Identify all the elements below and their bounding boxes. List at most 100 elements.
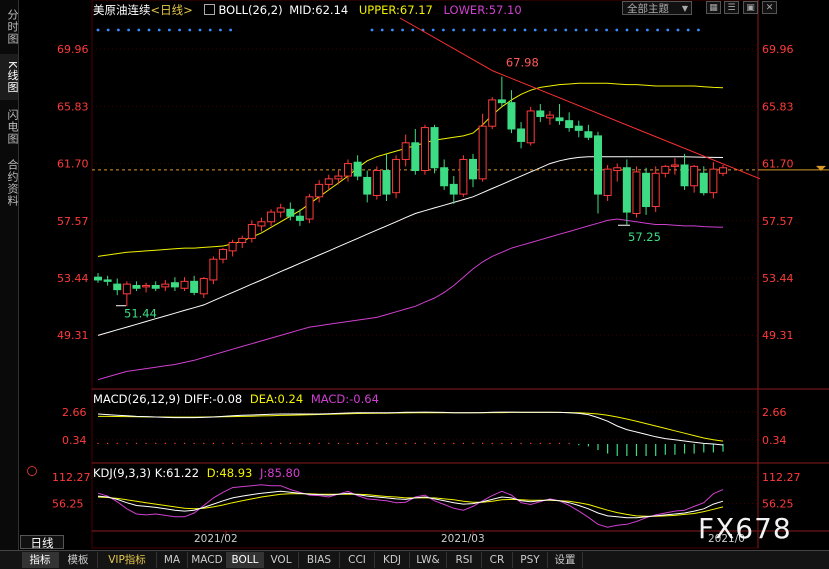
candle-body-up: [526, 110, 535, 144]
candle-body-down: [449, 183, 458, 195]
tab-kdj[interactable]: KDJ: [375, 552, 410, 568]
macd-tick-label-right: 0.34: [762, 434, 787, 447]
event-marker-dot[interactable]: [544, 28, 547, 32]
candle-body-down: [517, 128, 526, 142]
event-marker-dot[interactable]: [401, 28, 404, 32]
event-marker-dot[interactable]: [482, 28, 486, 32]
event-marker-dot[interactable]: [370, 28, 374, 32]
candle-body-down: [353, 161, 362, 177]
event-marker-dot[interactable]: [391, 28, 394, 32]
event-marker-dot[interactable]: [106, 28, 110, 32]
tab-vip-indicator[interactable]: VIP指标: [98, 552, 157, 568]
event-marker-dot[interactable]: [178, 28, 182, 32]
tab-indicator[interactable]: 指标: [22, 552, 59, 568]
candle-body-up: [315, 183, 324, 198]
kdj-settings-icon[interactable]: [27, 466, 37, 476]
tab-ma[interactable]: MA: [157, 552, 188, 568]
event-marker-dot[interactable]: [411, 28, 415, 32]
event-marker-dot[interactable]: [605, 28, 608, 32]
event-marker-dot[interactable]: [615, 28, 619, 32]
candle-body-up: [392, 158, 401, 194]
event-marker-dot[interactable]: [117, 28, 120, 32]
theme-dropdown[interactable]: 全部主题 ▼: [622, 1, 692, 15]
tab-vol[interactable]: VOL: [264, 552, 299, 568]
event-marker-dot[interactable]: [380, 28, 384, 32]
event-marker-dot[interactable]: [564, 28, 568, 32]
candle-body-up: [613, 167, 622, 172]
restore-icon[interactable]: ▣: [743, 1, 758, 14]
tab-boll[interactable]: BOLL: [227, 552, 264, 568]
event-marker-dot[interactable]: [676, 28, 680, 32]
tab-macd[interactable]: MACD: [188, 552, 227, 568]
tab-settings[interactable]: 设置: [548, 552, 583, 568]
event-marker-dot[interactable]: [229, 28, 233, 32]
event-marker-dot[interactable]: [646, 28, 649, 32]
event-marker-dot[interactable]: [635, 28, 639, 32]
event-marker-dot[interactable]: [666, 28, 670, 32]
event-marker-dot[interactable]: [137, 28, 141, 32]
boll-lower-value: LOWER:57.10: [443, 3, 522, 17]
indicator-toggle-icon[interactable]: [204, 4, 216, 15]
kdj-title: KDJ(9,3,3): [93, 466, 152, 480]
candle-body-down: [507, 102, 516, 130]
tab-cci[interactable]: CCI: [340, 552, 375, 568]
event-marker-dot[interactable]: [656, 28, 659, 32]
event-marker-dot[interactable]: [533, 28, 537, 32]
event-marker-dot[interactable]: [462, 28, 466, 32]
event-marker-dot[interactable]: [208, 28, 212, 32]
event-marker-dot[interactable]: [168, 28, 171, 32]
event-marker-dot[interactable]: [595, 28, 598, 32]
price-tick-label-right: 65.83: [762, 100, 794, 113]
candle-body-down: [497, 99, 506, 104]
chevron-down-icon: ▼: [681, 4, 688, 13]
kdj-d-line: [97, 493, 724, 517]
candle-body-down: [411, 142, 420, 172]
kdj-tick-label-right: 112.27: [762, 471, 801, 484]
main-header: 美原油连续<日线> BOLL(26,2) MID:62.14 UPPER:67.…: [93, 2, 522, 18]
event-marker-dot[interactable]: [503, 28, 506, 32]
candle-body-up: [209, 258, 218, 281]
period-selector[interactable]: 日线: [20, 535, 64, 550]
event-marker-dot[interactable]: [442, 28, 445, 32]
event-marker-dot[interactable]: [188, 28, 192, 32]
event-marker-dot[interactable]: [472, 28, 476, 32]
macd-title: MACD(26,12,9): [93, 392, 181, 406]
macd-tick-label-left: 2.66: [62, 406, 87, 419]
event-marker-dot[interactable]: [513, 28, 517, 32]
event-marker-dot[interactable]: [147, 28, 151, 32]
event-marker-dot[interactable]: [554, 28, 557, 32]
event-marker-dot[interactable]: [431, 28, 435, 32]
event-marker-dot[interactable]: [523, 28, 527, 32]
candle-body-up: [488, 99, 497, 127]
event-marker-dot[interactable]: [157, 28, 161, 32]
event-marker-dot[interactable]: [574, 28, 578, 32]
tab-lw[interactable]: LW&: [410, 552, 447, 568]
tab-bias[interactable]: BIAS: [299, 552, 340, 568]
event-marker-dot[interactable]: [584, 28, 588, 32]
event-marker-dot[interactable]: [452, 28, 455, 32]
tab-cr[interactable]: CR: [482, 552, 513, 568]
price-tick-label-left: 65.83: [57, 100, 89, 113]
tab-psy[interactable]: PSY: [513, 552, 548, 568]
event-marker-dot[interactable]: [697, 28, 700, 32]
list-layout-icon[interactable]: ☰: [724, 1, 739, 14]
candle-body-up: [420, 127, 429, 172]
candle-body-up: [180, 280, 189, 289]
event-marker-dot[interactable]: [96, 28, 100, 32]
event-marker-dot[interactable]: [493, 28, 496, 32]
tab-rsi[interactable]: RSI: [447, 552, 482, 568]
grid-layout-icon[interactable]: ▦: [706, 1, 721, 14]
price-tick-label-left: 49.31: [57, 329, 89, 342]
event-marker-dot[interactable]: [127, 28, 130, 32]
kdj-k-value: K:61.22: [154, 466, 200, 480]
tab-template[interactable]: 模板: [59, 552, 98, 568]
price-tick-label-right: 53.44: [762, 272, 794, 285]
theme-dropdown-value: 全部主题: [627, 3, 669, 15]
event-marker-dot[interactable]: [686, 28, 690, 32]
event-marker-dot[interactable]: [625, 28, 629, 32]
indicator-tab-bar: 指标 模板 VIP指标 MA MACD BOLL VOL BIAS CCI KD…: [0, 550, 829, 569]
close-icon[interactable]: ✕: [762, 1, 777, 14]
event-marker-dot[interactable]: [198, 28, 202, 32]
event-marker-dot[interactable]: [219, 28, 222, 32]
candle-body-down: [113, 283, 122, 291]
